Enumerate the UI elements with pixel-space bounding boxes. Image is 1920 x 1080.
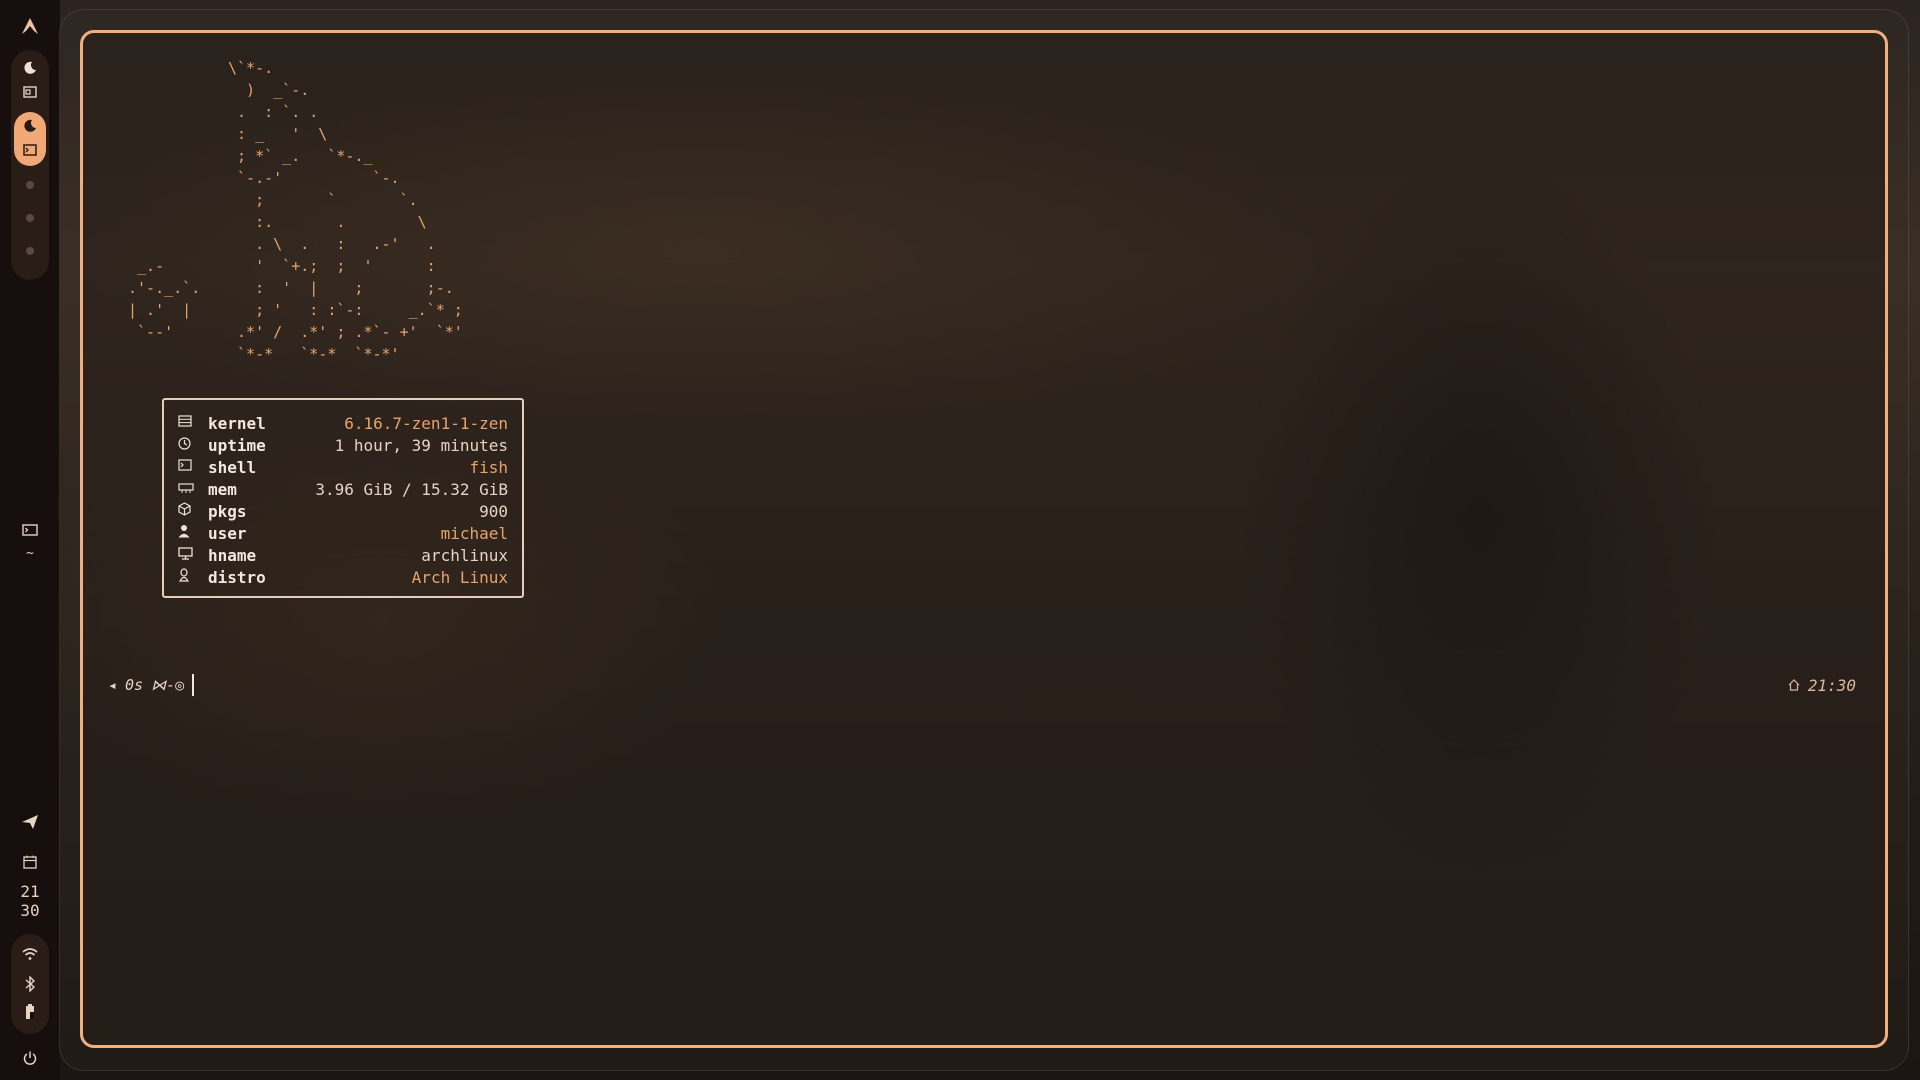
info-value: 6.16.7-zen1-1-zen bbox=[344, 413, 508, 433]
info-key: user bbox=[208, 523, 247, 543]
ascii-art-cat: \`*-. ) _`-. . : `. . : _ ' \ ; *` _. `*… bbox=[228, 59, 463, 363]
side-panel: ~ 21 30 bbox=[0, 0, 60, 1080]
info-row-kernel: kernel 6.16.7-zen1-1-zen bbox=[178, 412, 508, 434]
prompt-duration: 0s bbox=[125, 676, 144, 694]
info-value: 1 hour, 39 minutes bbox=[334, 435, 508, 455]
info-value: 3.96 GiB / 15.32 GiB bbox=[315, 479, 508, 499]
info-key: shell bbox=[208, 457, 257, 477]
prompt-arrow: ◂ bbox=[108, 676, 118, 694]
window-icon[interactable] bbox=[0, 80, 60, 104]
linux-icon bbox=[178, 568, 208, 586]
right-prompt: 21:30 bbox=[1788, 674, 1856, 696]
active-window-terminal-icon[interactable] bbox=[0, 518, 60, 542]
system-info-box: kernel 6.16.7-zen1-1-zen uptime 1 hour, … bbox=[162, 398, 524, 598]
arch-logo-icon[interactable] bbox=[0, 14, 60, 38]
info-row-uptime: uptime 1 hour, 39 minutes bbox=[178, 434, 508, 456]
terminal-icon bbox=[178, 459, 208, 475]
user-icon bbox=[178, 524, 208, 542]
send-icon[interactable] bbox=[0, 810, 60, 834]
text-cursor[interactable] bbox=[192, 674, 195, 696]
memory-icon bbox=[178, 481, 208, 497]
info-row-distro: distro Arch Linux bbox=[178, 566, 508, 588]
info-value: Arch Linux bbox=[411, 567, 508, 587]
bluetooth-icon[interactable] bbox=[0, 972, 60, 996]
info-value: fish bbox=[469, 457, 508, 477]
wifi-icon[interactable] bbox=[0, 942, 60, 966]
clock-minute[interactable]: 30 bbox=[0, 901, 60, 920]
calendar-icon[interactable] bbox=[0, 850, 60, 874]
info-row-hname: hname archlinux bbox=[178, 544, 508, 566]
info-key: kernel bbox=[208, 413, 266, 433]
clock-icon bbox=[178, 436, 208, 454]
prompt-time: 21:30 bbox=[1807, 675, 1856, 695]
info-row-pkgs: pkgs 900 bbox=[178, 500, 508, 522]
kernel-icon bbox=[178, 415, 208, 431]
prompt-git-glyph: ⋈-◎ bbox=[151, 676, 185, 694]
monitor-icon bbox=[178, 546, 208, 564]
info-value: 900 bbox=[479, 501, 508, 521]
shell-prompt[interactable]: ◂ 0s ⋈-◎ bbox=[108, 674, 195, 696]
workspace-dot[interactable] bbox=[26, 181, 34, 189]
info-value: michael bbox=[440, 523, 508, 543]
info-key: pkgs bbox=[208, 501, 247, 521]
clock-hour[interactable]: 21 bbox=[0, 882, 60, 901]
info-row-user: user michael bbox=[178, 522, 508, 544]
info-key: mem bbox=[208, 479, 237, 499]
battery-icon[interactable] bbox=[0, 1000, 60, 1024]
ascii-art-ball: _.- .'-._.`. | .' | `--' bbox=[128, 257, 201, 341]
moon-icon[interactable] bbox=[0, 114, 60, 138]
active-window-label: ~ bbox=[26, 546, 34, 561]
terminal-icon[interactable] bbox=[0, 138, 60, 162]
moon-icon[interactable] bbox=[0, 56, 60, 80]
info-key: distro bbox=[208, 567, 266, 587]
info-value: archlinux bbox=[421, 545, 508, 565]
info-row-shell: shell fish bbox=[178, 456, 508, 478]
power-icon[interactable] bbox=[0, 1046, 60, 1070]
info-row-mem: mem 3.96 GiB / 15.32 GiB bbox=[178, 478, 508, 500]
package-icon bbox=[178, 502, 208, 520]
info-key: uptime bbox=[208, 435, 266, 455]
info-key: hname bbox=[208, 545, 257, 565]
workspace-dot[interactable] bbox=[26, 214, 34, 222]
home-icon bbox=[1788, 676, 1800, 695]
workspace-dot[interactable] bbox=[26, 247, 34, 255]
